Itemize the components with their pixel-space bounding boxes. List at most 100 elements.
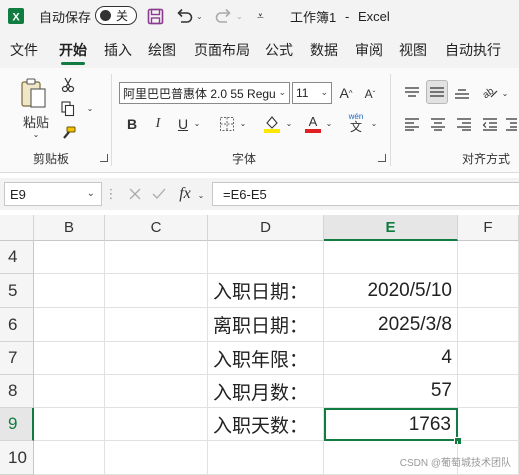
cell-c6[interactable] xyxy=(105,308,208,342)
row-header-10[interactable]: 10 xyxy=(0,441,34,475)
cell-c5[interactable] xyxy=(105,274,208,308)
cell-f7[interactable] xyxy=(458,342,519,375)
tab-view[interactable]: 视图 xyxy=(399,32,427,68)
formula-input[interactable]: =E6-E5 xyxy=(212,182,519,206)
cell-c8[interactable] xyxy=(105,375,208,408)
tab-page-layout[interactable]: 页面布局 xyxy=(194,32,250,68)
column-header-d[interactable]: D xyxy=(208,215,324,241)
cell-c4[interactable] xyxy=(105,241,208,274)
cell-d10[interactable] xyxy=(208,441,324,475)
decrease-font-size-icon[interactable]: Aˇ xyxy=(361,83,379,105)
cell-f5[interactable] xyxy=(458,274,519,308)
row-header-8[interactable]: 8 xyxy=(0,375,34,408)
fill-color-dropdown-icon[interactable]: ⌄ xyxy=(284,116,294,130)
cell-d6[interactable]: 离职日期： xyxy=(208,308,324,342)
customize-toolbar-icon[interactable]: ⩡ xyxy=(257,0,264,32)
underline-dropdown-icon[interactable]: ⌄ xyxy=(192,116,202,130)
cell-b10[interactable] xyxy=(34,441,105,475)
column-header-f[interactable]: F xyxy=(458,215,519,241)
insert-function-dropdown-icon[interactable]: ⌄ xyxy=(196,188,206,202)
cell-b6[interactable] xyxy=(34,308,105,342)
tab-insert[interactable]: 插入 xyxy=(104,32,132,68)
name-box[interactable]: E9 ⌄ xyxy=(4,182,102,206)
format-painter-icon[interactable] xyxy=(58,124,78,142)
cell-f8[interactable] xyxy=(458,375,519,408)
align-top-icon[interactable] xyxy=(402,82,422,104)
row-header-9[interactable]: 9 xyxy=(0,408,34,441)
font-size-select[interactable]: 11 ⌄ xyxy=(292,82,332,104)
cell-f6[interactable] xyxy=(458,308,519,342)
select-all-corner[interactable] xyxy=(0,215,34,241)
align-middle-icon[interactable] xyxy=(426,80,448,104)
orientation-icon[interactable]: ab xyxy=(478,81,500,103)
tab-automate[interactable]: 自动执行 xyxy=(445,32,501,68)
bold-button[interactable]: B xyxy=(124,114,140,134)
decrease-indent-icon[interactable] xyxy=(480,114,500,134)
orientation-dropdown-icon[interactable]: ⌄ xyxy=(500,86,510,100)
underline-button[interactable]: U xyxy=(175,114,191,134)
increase-indent-icon[interactable] xyxy=(504,114,518,134)
fill-color-icon[interactable] xyxy=(262,112,282,134)
cell-c9[interactable] xyxy=(105,408,208,441)
font-color-dropdown-icon[interactable]: ⌄ xyxy=(324,116,334,130)
borders-dropdown-icon[interactable]: ⌄ xyxy=(238,116,248,130)
clipboard-launcher-icon[interactable] xyxy=(100,154,108,162)
redo-icon[interactable]: ⌄ xyxy=(214,0,243,32)
column-header-b[interactable]: B xyxy=(34,215,105,241)
cell-d7[interactable]: 入职年限： xyxy=(208,342,324,375)
undo-icon[interactable]: ⌄ xyxy=(174,0,203,32)
tab-draw[interactable]: 绘图 xyxy=(148,32,176,68)
cell-c7[interactable] xyxy=(105,342,208,375)
font-launcher-icon[interactable] xyxy=(378,154,386,162)
insert-function-icon[interactable]: fx xyxy=(174,183,196,205)
column-header-c[interactable]: C xyxy=(105,215,208,241)
font-name-select[interactable]: 阿里巴巴普惠体 2.0 55 Regu ⌄ xyxy=(119,82,290,104)
align-center-icon[interactable] xyxy=(428,114,448,134)
align-bottom-icon[interactable] xyxy=(452,82,472,104)
cell-e7[interactable]: 4 xyxy=(324,342,458,375)
cell-e5[interactable]: 2020/5/10 xyxy=(324,274,458,308)
cell-f4[interactable] xyxy=(458,241,519,274)
align-left-icon[interactable] xyxy=(402,114,422,134)
cell-e9-active[interactable]: 1763 xyxy=(324,408,458,441)
cell-e4[interactable] xyxy=(324,241,458,274)
cell-b8[interactable] xyxy=(34,375,105,408)
cell-c10[interactable] xyxy=(105,441,208,475)
tab-home[interactable]: 开始 xyxy=(59,32,87,68)
cell-d8[interactable]: 入职月数： xyxy=(208,375,324,408)
row-header-6[interactable]: 6 xyxy=(0,308,34,342)
increase-font-size-icon[interactable]: A ^ xyxy=(337,82,355,104)
redo-dropdown-icon[interactable]: ⌄ xyxy=(236,12,243,21)
cut-icon[interactable] xyxy=(60,76,76,94)
undo-dropdown-icon[interactable]: ⌄ xyxy=(196,12,203,21)
cancel-icon[interactable] xyxy=(126,184,144,204)
cell-b7[interactable] xyxy=(34,342,105,375)
row-header-7[interactable]: 7 xyxy=(0,342,34,375)
cell-d5[interactable]: 入职日期： xyxy=(208,274,324,308)
autosave-toggle[interactable]: 关 xyxy=(95,6,137,25)
enter-icon[interactable] xyxy=(150,184,168,204)
cell-d4[interactable] xyxy=(208,241,324,274)
row-header-5[interactable]: 5 xyxy=(0,274,34,308)
tab-formulas[interactable]: 公式 xyxy=(265,32,293,68)
tab-review[interactable]: 审阅 xyxy=(355,32,383,68)
cell-e8[interactable]: 57 xyxy=(324,375,458,408)
font-color-icon[interactable]: A xyxy=(303,112,323,134)
copy-icon[interactable] xyxy=(58,100,78,118)
phonetic-dropdown-icon[interactable]: ⌄ xyxy=(369,116,379,130)
column-header-e[interactable]: E xyxy=(324,215,458,241)
tab-file[interactable]: 文件 xyxy=(10,32,38,68)
cell-b4[interactable] xyxy=(34,241,105,274)
cell-e6[interactable]: 2025/3/8 xyxy=(324,308,458,342)
paste-icon[interactable] xyxy=(14,76,54,112)
cell-b9[interactable] xyxy=(34,408,105,441)
align-right-icon[interactable] xyxy=(454,114,474,134)
tab-data[interactable]: 数据 xyxy=(310,32,338,68)
save-icon[interactable] xyxy=(147,0,164,32)
italic-button[interactable]: I xyxy=(150,114,166,134)
cell-d9[interactable]: 入职天数： xyxy=(208,408,324,441)
cell-f9[interactable] xyxy=(458,408,519,441)
cell-b5[interactable] xyxy=(34,274,105,308)
borders-icon[interactable] xyxy=(218,115,236,133)
paste-dropdown-icon[interactable]: ⌄ xyxy=(30,128,42,140)
